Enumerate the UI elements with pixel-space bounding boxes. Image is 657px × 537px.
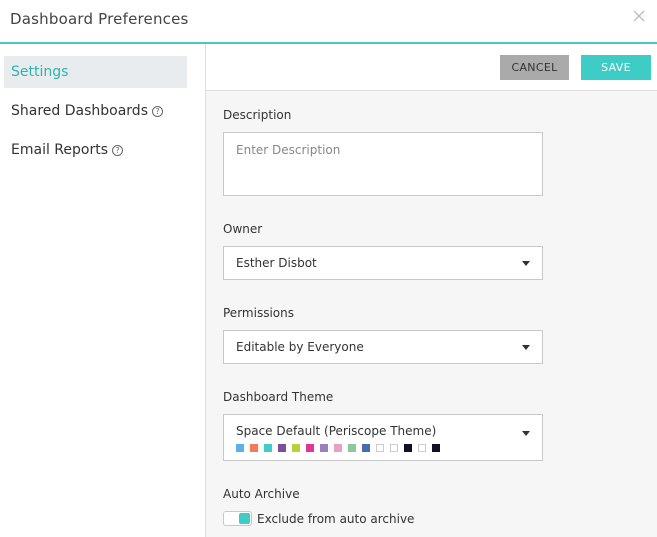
theme-color-swatch bbox=[334, 444, 342, 452]
theme-select[interactable]: Space Default (Periscope Theme) bbox=[223, 414, 543, 461]
toggle-knob bbox=[239, 513, 250, 524]
toolbar: CANCEL SAVE bbox=[206, 44, 657, 91]
auto-archive-toggle[interactable] bbox=[223, 511, 252, 526]
theme-color-swatch bbox=[404, 444, 412, 452]
dialog-header: Dashboard Preferences bbox=[0, 0, 657, 43]
settings-panel: Description Enter Description Owner Esth… bbox=[206, 91, 657, 537]
chevron-down-icon bbox=[522, 261, 530, 266]
theme-color-swatch bbox=[250, 444, 258, 452]
cancel-button[interactable]: CANCEL bbox=[500, 55, 569, 80]
help-icon[interactable]: ? bbox=[112, 145, 123, 156]
sidebar-item-settings[interactable]: Settings bbox=[4, 56, 187, 88]
theme-color-swatch bbox=[376, 444, 384, 452]
theme-color-swatch bbox=[292, 444, 300, 452]
permissions-label: Permissions bbox=[223, 306, 294, 320]
description-label: Description bbox=[223, 108, 292, 122]
theme-color-swatch bbox=[348, 444, 356, 452]
theme-color-swatch bbox=[418, 444, 426, 452]
sidebar-item-label: Settings bbox=[11, 64, 69, 80]
chevron-down-icon bbox=[522, 345, 530, 350]
close-icon[interactable] bbox=[631, 8, 647, 24]
description-field[interactable]: Enter Description bbox=[223, 132, 543, 196]
chevron-down-icon bbox=[522, 431, 530, 436]
permissions-value: Editable by Everyone bbox=[236, 340, 364, 354]
owner-value: Esther Disbot bbox=[236, 256, 317, 270]
sidebar: Settings Shared Dashboards? Email Report… bbox=[0, 44, 206, 537]
owner-select[interactable]: Esther Disbot bbox=[223, 246, 543, 280]
sidebar-item-label: Email Reports bbox=[11, 142, 108, 158]
theme-label: Dashboard Theme bbox=[223, 390, 334, 404]
help-icon[interactable]: ? bbox=[152, 106, 163, 117]
theme-swatches bbox=[236, 444, 440, 452]
theme-value: Space Default (Periscope Theme) bbox=[236, 424, 437, 438]
sidebar-item-shared-dashboards[interactable]: Shared Dashboards? bbox=[4, 95, 187, 127]
save-button[interactable]: SAVE bbox=[581, 55, 651, 80]
permissions-select[interactable]: Editable by Everyone bbox=[223, 330, 543, 364]
auto-archive-label: Auto Archive bbox=[223, 487, 300, 501]
auto-archive-toggle-label: Exclude from auto archive bbox=[257, 512, 415, 526]
sidebar-item-email-reports[interactable]: Email Reports? bbox=[4, 134, 187, 166]
theme-color-swatch bbox=[390, 444, 398, 452]
theme-color-swatch bbox=[432, 444, 440, 452]
theme-color-swatch bbox=[236, 444, 244, 452]
owner-label: Owner bbox=[223, 222, 263, 236]
dialog-title: Dashboard Preferences bbox=[10, 10, 189, 28]
theme-color-swatch bbox=[362, 444, 370, 452]
theme-color-swatch bbox=[264, 444, 272, 452]
theme-color-swatch bbox=[320, 444, 328, 452]
sidebar-item-label: Shared Dashboards bbox=[11, 103, 148, 119]
theme-color-swatch bbox=[306, 444, 314, 452]
theme-color-swatch bbox=[278, 444, 286, 452]
